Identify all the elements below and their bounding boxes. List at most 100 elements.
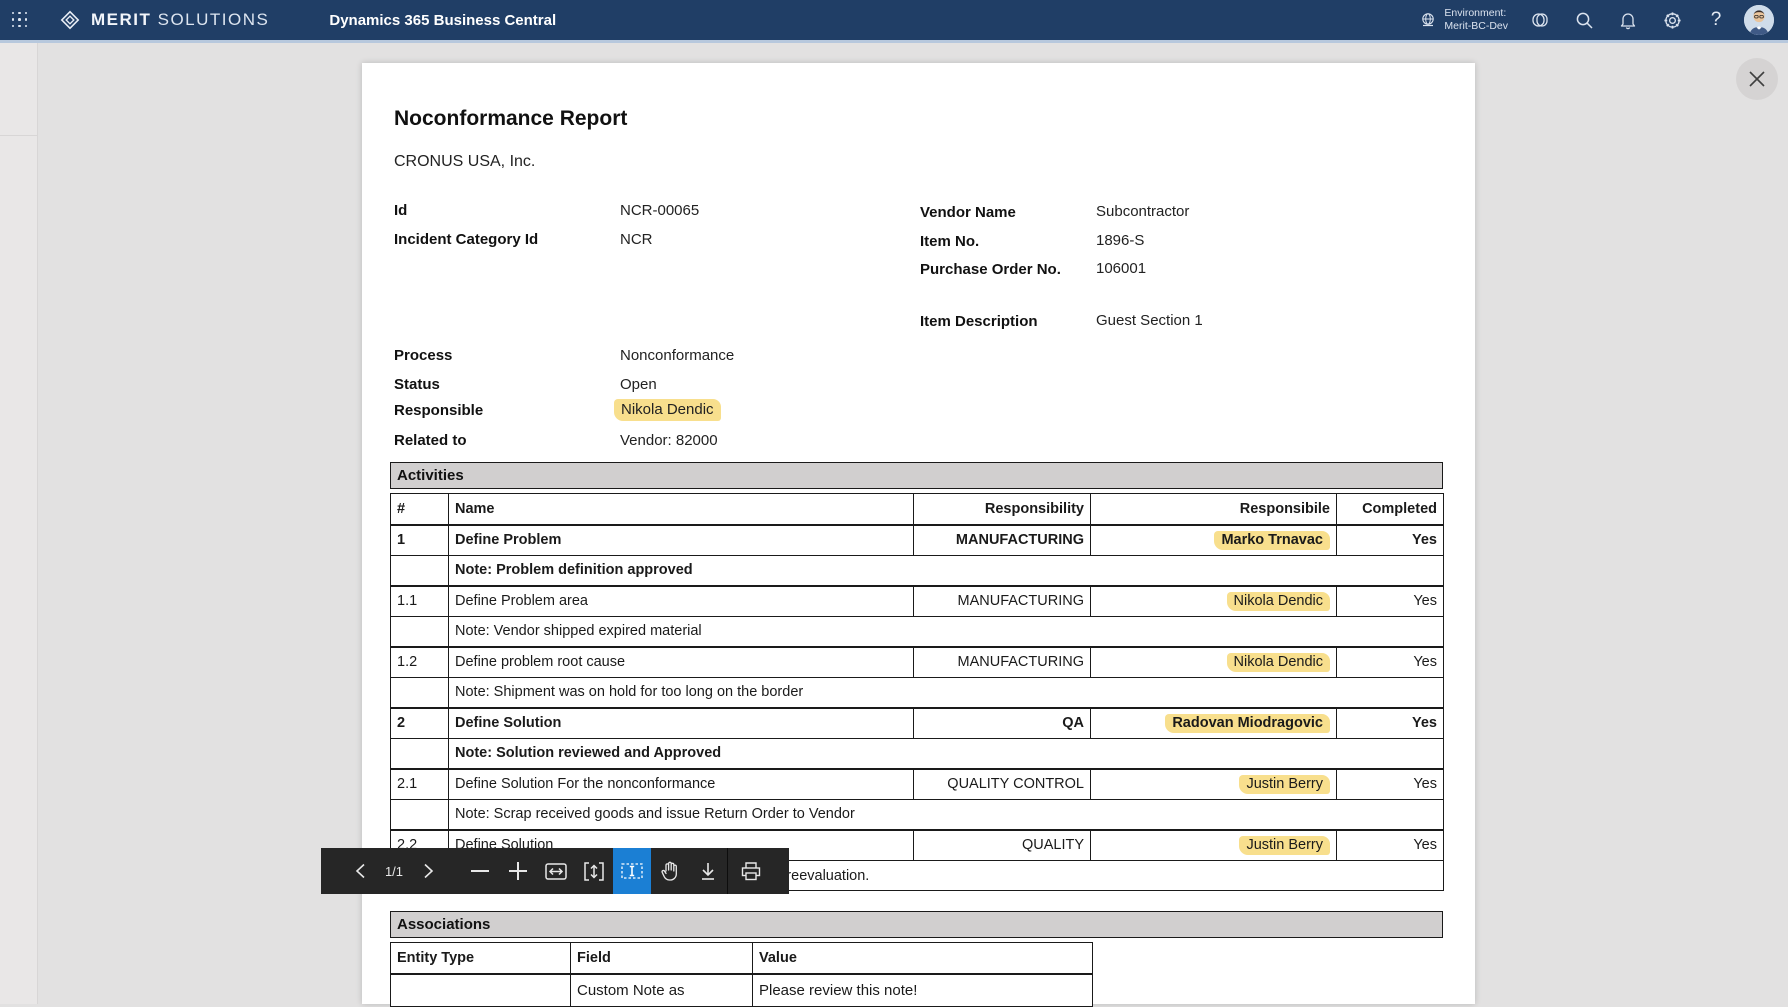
fit-width-button[interactable] <box>537 848 575 894</box>
field-value-incident-category: NCR <box>620 230 653 249</box>
activity-num: 1.2 <box>391 647 449 678</box>
fit-page-icon <box>584 862 604 881</box>
activity-responsible: Nikola Dendic <box>1091 586 1337 617</box>
col-header-name: Name <box>449 494 914 525</box>
col-header-value: Value <box>753 943 1093 974</box>
activity-row: 2.1Define Solution For the nonconformanc… <box>391 769 1444 800</box>
note-num-cell <box>391 800 449 830</box>
activity-completed: Yes <box>1337 525 1444 556</box>
activity-name: Define Solution <box>449 708 914 739</box>
minus-icon <box>471 869 489 873</box>
field-value-id: NCR-00065 <box>620 201 699 220</box>
field-value-vendor-name: Subcontractor <box>1096 202 1189 221</box>
download-icon <box>700 862 716 881</box>
environment-text: Environment: Merit-BC-Dev <box>1444 7 1508 33</box>
field-label-status: Status <box>394 375 440 394</box>
text-selection-icon <box>621 862 643 880</box>
activity-responsibility: QUALITY CONTROL <box>914 769 1091 800</box>
next-page-button[interactable] <box>409 848 447 894</box>
activity-completed: Yes <box>1337 708 1444 739</box>
plus-icon <box>509 862 527 880</box>
chevron-left-icon <box>355 863 366 879</box>
activity-responsible: Justin Berry <box>1091 830 1337 861</box>
topbar-accent-line <box>0 40 1788 43</box>
user-avatar[interactable] <box>1744 5 1774 35</box>
activity-responsibility: QA <box>914 708 1091 739</box>
copilot-icon <box>1530 10 1550 30</box>
note-num-cell <box>391 617 449 647</box>
highlighted-responsible-name: Justin Berry <box>1239 775 1330 794</box>
brand-name: MERIT SOLUTIONS <box>91 10 269 30</box>
col-header-num: # <box>391 494 449 525</box>
activity-responsible: Radovan Miodragovic <box>1091 708 1337 739</box>
activity-responsibility: QUALITY <box>914 830 1091 861</box>
environment-button[interactable]: Environment: Merit-BC-Dev <box>1409 7 1518 33</box>
activity-responsible: Nikola Dendic <box>1091 647 1337 678</box>
copilot-button[interactable] <box>1518 0 1562 40</box>
activity-responsible: Justin Berry <box>1091 769 1337 800</box>
download-button[interactable] <box>689 848 727 894</box>
col-header-entity-type: Entity Type <box>391 943 571 974</box>
field-value-status: Open <box>620 375 657 394</box>
activity-completed: Yes <box>1337 830 1444 861</box>
settings-button[interactable] <box>1650 0 1694 40</box>
activity-num: 1.1 <box>391 586 449 617</box>
collapsed-side-panel <box>0 43 38 1004</box>
highlighted-responsible-name: Justin Berry <box>1239 836 1330 855</box>
activity-note-text: Note: Scrap received goods and issue Ret… <box>449 800 1444 830</box>
app-title[interactable]: Dynamics 365 Business Central <box>329 12 556 29</box>
pdf-viewer-toolbar: 1/1 <box>321 848 789 894</box>
associations-header-row: Entity Type Field Value <box>391 943 1093 974</box>
activity-note-row: Note: Solution reviewed and Approved <box>391 739 1444 769</box>
association-entity-type <box>391 974 571 1007</box>
app-launcher-waffle-icon[interactable] <box>0 0 40 40</box>
bell-icon <box>1619 11 1637 30</box>
highlighted-responsible-name: Radovan Miodragovic <box>1165 714 1330 733</box>
activity-completed: Yes <box>1337 586 1444 617</box>
field-label-item-description: Item Description <box>920 312 1038 331</box>
activity-name: Define Problem <box>449 525 914 556</box>
field-label-related-to: Related to <box>394 431 467 450</box>
field-value-process: Nonconformance <box>620 346 734 365</box>
notifications-button[interactable] <box>1606 0 1650 40</box>
fit-width-icon <box>545 863 567 880</box>
chevron-right-icon <box>423 863 434 879</box>
avatar-photo-icon <box>1744 5 1774 35</box>
activity-name: Define problem root cause <box>449 647 914 678</box>
activity-note-text: Note: Problem definition approved <box>449 556 1444 586</box>
fit-page-button[interactable] <box>575 848 613 894</box>
field-value-responsible: Nikola Dendic <box>614 399 721 421</box>
associations-section-header: Associations <box>390 911 1443 938</box>
activity-num: 1 <box>391 525 449 556</box>
highlighted-responsible-name: Nikola Dendic <box>614 399 721 421</box>
close-preview-button[interactable] <box>1736 58 1778 100</box>
text-selection-tool-button[interactable] <box>613 848 651 894</box>
brand-name-light: SOLUTIONS <box>158 10 270 29</box>
activities-header-row: # Name Responsibility Responsibile Compl… <box>391 494 1444 525</box>
activity-row: 1Define ProblemMANUFACTURING Marko Trnava… <box>391 525 1444 556</box>
col-header-responsible: Responsibile <box>1091 494 1337 525</box>
zoom-in-button[interactable] <box>499 848 537 894</box>
pan-tool-button[interactable] <box>651 848 689 894</box>
activity-row: 2Define SolutionQARadovan MiodragovicYes <box>391 708 1444 739</box>
activity-note-row: Note: Shipment was on hold for too long … <box>391 678 1444 708</box>
environment-globe-icon <box>1419 11 1437 29</box>
side-panel-divider <box>0 135 38 136</box>
top-navigation-bar: MERIT SOLUTIONS Dynamics 365 Business Ce… <box>0 0 1788 40</box>
col-header-responsibility: Responsibility <box>914 494 1091 525</box>
zoom-out-button[interactable] <box>461 848 499 894</box>
note-num-cell <box>391 678 449 708</box>
help-button[interactable]: ? <box>1694 0 1738 40</box>
highlighted-responsible-name: Marko Trnavac <box>1214 531 1330 550</box>
note-num-cell <box>391 739 449 769</box>
highlighted-responsible-name: Nikola Dendic <box>1227 592 1330 611</box>
activity-responsibility: MANUFACTURING <box>914 525 1091 556</box>
previous-page-button[interactable] <box>341 848 379 894</box>
field-label-process: Process <box>394 346 452 365</box>
search-button[interactable] <box>1562 0 1606 40</box>
activity-responsible: Marko Trnavac <box>1091 525 1337 556</box>
print-button[interactable] <box>728 848 774 894</box>
report-title: Noconformance Report <box>394 107 627 131</box>
field-value-purchase-order-no: 106001 <box>1096 259 1146 278</box>
activity-responsibility: MANUFACTURING <box>914 647 1091 678</box>
